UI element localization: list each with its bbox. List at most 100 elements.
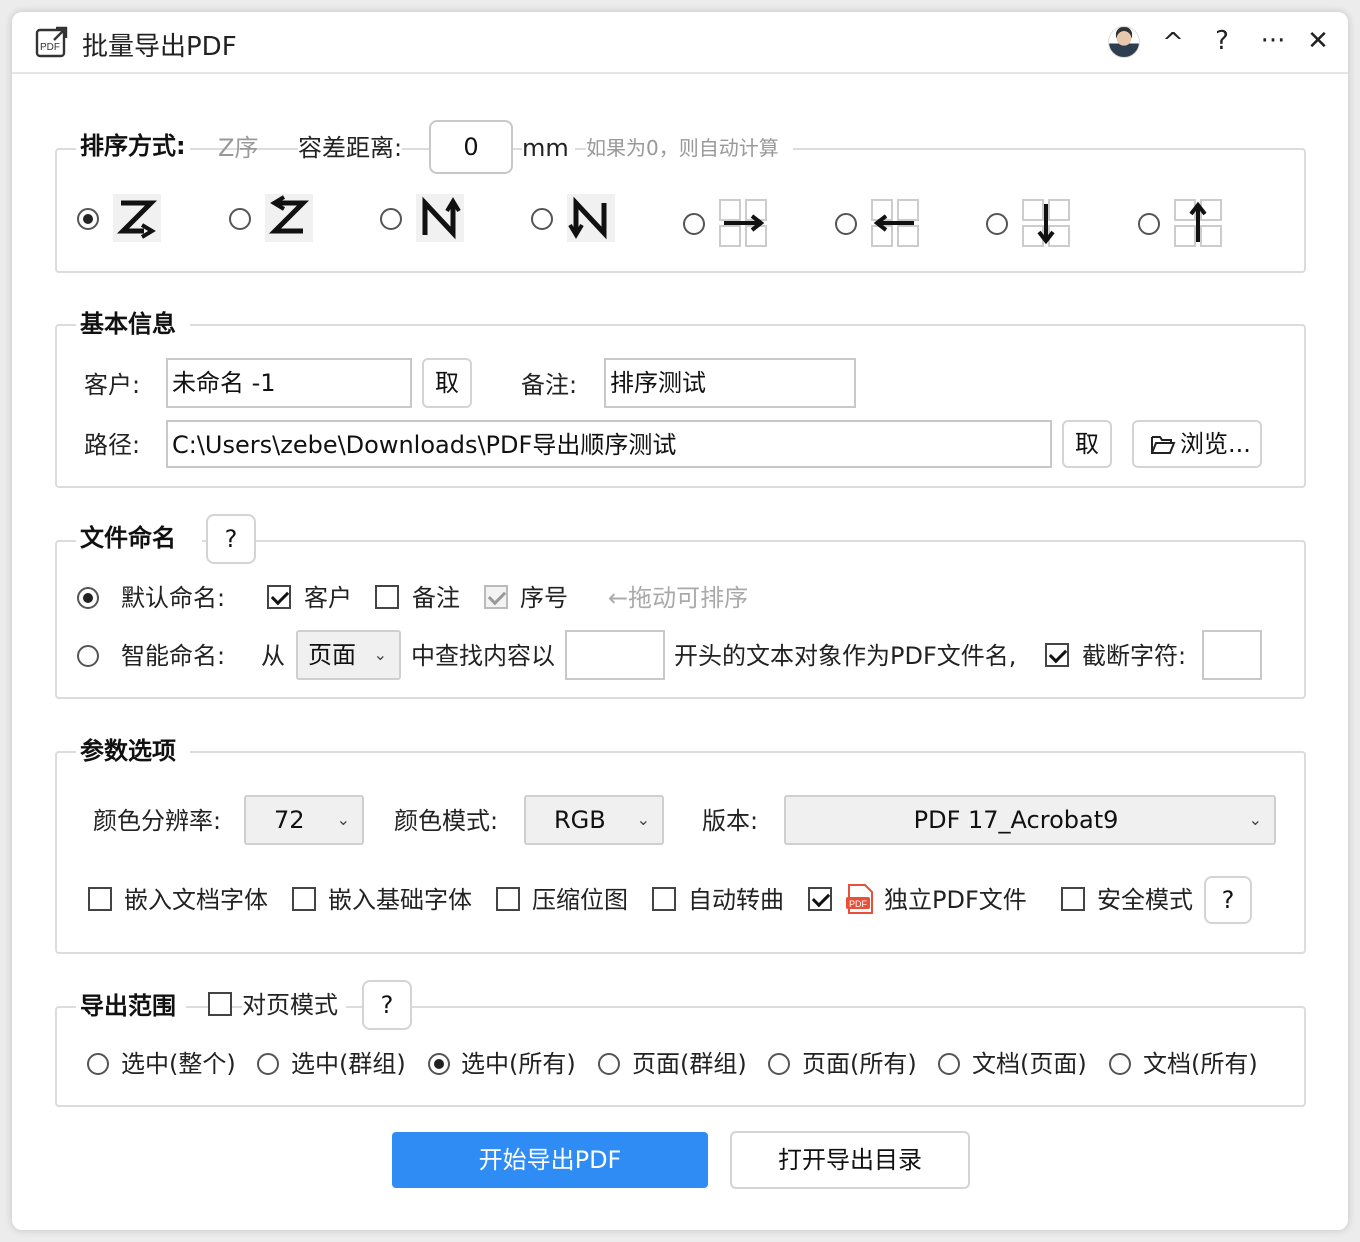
embed-doc-fonts-checkbox[interactable]	[88, 887, 112, 911]
naming-help-button[interactable]: ?	[206, 514, 256, 564]
browse-button[interactable]: 浏览...	[1132, 420, 1262, 468]
truncate-label: 截断字符:	[1082, 642, 1187, 670]
compress-bitmap-label: 压缩位图	[532, 886, 628, 914]
chevron-down-icon: ⌄	[373, 645, 387, 664]
sort-option-8-radio[interactable]	[1138, 213, 1160, 235]
source-select[interactable]: 页面 ⌄	[296, 630, 401, 680]
naming-note-checkbox[interactable]	[375, 585, 399, 609]
sort-option-3-radio[interactable]	[380, 208, 402, 230]
embed-base-fonts-checkbox[interactable]	[292, 887, 316, 911]
grid-arrow-down-icon[interactable]	[1021, 198, 1071, 248]
sort-option-4-radio[interactable]	[531, 208, 553, 230]
open-export-dir-button[interactable]: 打开导出目录	[730, 1131, 970, 1189]
resolution-label: 颜色分辨率:	[93, 807, 222, 835]
client-input[interactable]: 未命名 -1	[166, 358, 412, 408]
tolerance-input[interactable]: 0	[429, 120, 513, 174]
default-naming-label: 默认命名:	[121, 584, 226, 612]
close-button[interactable]: ✕	[1303, 26, 1333, 56]
z-order-left-down-icon[interactable]	[264, 193, 314, 243]
embed-doc-fonts-label: 嵌入文档字体	[124, 886, 268, 914]
naming-client-checkbox[interactable]	[267, 585, 291, 609]
n-order-down-left-icon[interactable]	[566, 193, 616, 243]
resolution-select[interactable]: 72 ⌄	[244, 795, 364, 845]
tolerance-hint: 如果为0，则自动计算	[586, 132, 793, 164]
range-option-1-radio[interactable]	[257, 1053, 279, 1075]
basic-info-legend: 基本信息	[76, 308, 190, 340]
user-avatar[interactable]	[1108, 26, 1140, 58]
chevron-down-icon: ⌄	[336, 810, 350, 829]
pdf-export-app-icon: PDF	[35, 26, 68, 58]
tolerance-unit: mm	[522, 132, 575, 164]
facing-mode-checkbox[interactable]	[208, 992, 232, 1016]
sort-option-7-radio[interactable]	[986, 213, 1008, 235]
help-button[interactable]: ?	[1207, 26, 1237, 56]
facing-mode-label: 对页模式	[242, 989, 346, 1021]
range-help-button[interactable]: ?	[362, 980, 412, 1030]
version-select[interactable]: PDF 17_Acrobat9 ⌄	[784, 795, 1276, 845]
range-option-3-radio[interactable]	[598, 1053, 620, 1075]
window-title: 批量导出PDF	[82, 32, 237, 62]
client-pick-button[interactable]: 取	[422, 358, 472, 408]
path-input[interactable]: C:\Users\zebe\Downloads\PDF导出顺序测试	[166, 420, 1052, 468]
safe-mode-checkbox[interactable]	[1061, 887, 1085, 911]
truncate-checkbox[interactable]	[1045, 643, 1069, 667]
params-help-button[interactable]: ?	[1204, 876, 1252, 924]
separate-pdf-label: 独立PDF文件	[884, 886, 1027, 914]
path-pick-button[interactable]: 取	[1062, 420, 1112, 468]
chevron-down-icon: ⌄	[1248, 810, 1262, 829]
svg-text:PDF: PDF	[849, 899, 868, 909]
start-export-button[interactable]: 开始导出PDF	[392, 1132, 708, 1188]
color-mode-label: 颜色模式:	[394, 807, 499, 835]
sort-option-2-radio[interactable]	[229, 208, 251, 230]
grid-arrow-left-icon[interactable]	[870, 198, 920, 248]
range-option-5-radio[interactable]	[938, 1053, 960, 1075]
current-order-label: Z序	[218, 134, 259, 162]
collapse-button[interactable]: ^	[1158, 28, 1188, 58]
range-option-6-radio[interactable]	[1109, 1053, 1131, 1075]
range-option-2-label: 选中(所有)	[461, 1050, 576, 1078]
client-label: 客户:	[84, 371, 141, 399]
n-order-up-right-icon[interactable]	[415, 193, 465, 243]
range-option-5-label: 文档(页面)	[972, 1050, 1087, 1078]
default-naming-radio[interactable]	[77, 587, 99, 609]
color-mode-value: RGB	[554, 806, 606, 834]
range-option-4-radio[interactable]	[768, 1053, 790, 1075]
range-option-0-label: 选中(整个)	[121, 1050, 236, 1078]
naming-note-label: 备注	[412, 584, 460, 612]
truncate-input[interactable]	[1202, 630, 1262, 680]
smart-naming-radio[interactable]	[77, 645, 99, 667]
browse-label: 浏览...	[1180, 430, 1251, 458]
grid-arrow-right-icon[interactable]	[718, 198, 768, 248]
find-content-input[interactable]	[565, 630, 665, 680]
naming-seq-checkbox	[484, 585, 508, 609]
export-range-legend: 导出范围	[76, 990, 186, 1022]
params-legend: 参数选项	[76, 735, 190, 767]
auto-convert-checkbox[interactable]	[652, 887, 676, 911]
resolution-value: 72	[274, 806, 305, 834]
folder-open-icon	[1151, 436, 1176, 454]
sort-option-5-radio[interactable]	[683, 213, 705, 235]
grid-arrow-up-icon[interactable]	[1173, 198, 1223, 248]
separate-pdf-checkbox[interactable]	[808, 887, 832, 911]
find-content-label: 中查找内容以	[411, 642, 555, 670]
embed-base-fonts-label: 嵌入基础字体	[328, 886, 472, 914]
sort-option-6-radio[interactable]	[835, 213, 857, 235]
color-mode-select[interactable]: RGB ⌄	[524, 795, 664, 845]
smart-naming-label: 智能命名:	[121, 642, 226, 670]
version-value: PDF 17_Acrobat9	[913, 806, 1119, 834]
note-input[interactable]: 排序测试	[604, 358, 856, 408]
z-order-right-down-icon[interactable]	[112, 193, 162, 243]
range-option-6-label: 文档(所有)	[1143, 1050, 1258, 1078]
range-option-1-label: 选中(群组)	[291, 1050, 406, 1078]
more-button[interactable]: ···	[1258, 26, 1288, 56]
note-label: 备注:	[521, 371, 578, 399]
sort-option-1-radio[interactable]	[77, 208, 99, 230]
drag-sort-hint: ←拖动可排序	[608, 584, 749, 612]
sorting-legend: 排序方式:	[76, 130, 190, 162]
params-group	[55, 751, 1306, 954]
auto-convert-label: 自动转曲	[688, 886, 784, 914]
filename-rule-label: 开头的文本对象作为PDF文件名,	[674, 642, 1017, 670]
compress-bitmap-checkbox[interactable]	[496, 887, 520, 911]
range-option-2-radio[interactable]	[428, 1053, 450, 1075]
range-option-0-radio[interactable]	[87, 1053, 109, 1075]
